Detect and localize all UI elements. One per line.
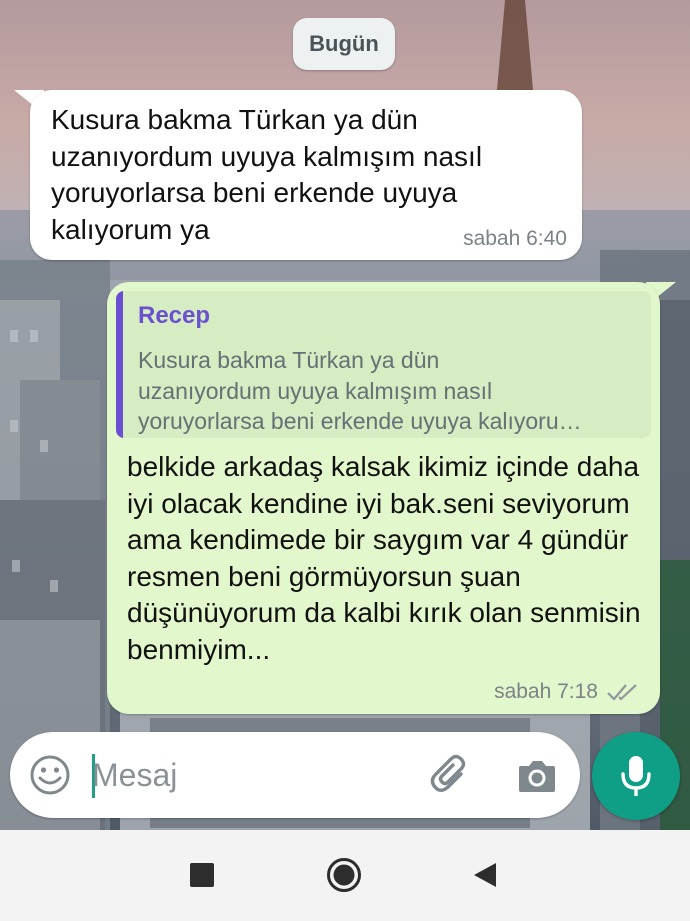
- triangle-back-icon[interactable]: [472, 861, 498, 889]
- outgoing-message-bubble[interactable]: Recep Kusura bakma Türkan ya dün uzanıyo…: [107, 282, 660, 714]
- system-navigation-bar: [0, 830, 690, 921]
- date-separator-chip: Bugün: [293, 18, 395, 70]
- incoming-message-bubble[interactable]: Kusura bakma Türkan ya dün uzanıyordum u…: [30, 90, 582, 260]
- message-input[interactable]: [92, 750, 392, 800]
- quoted-message-text: Kusura bakma Türkan ya dün uzanıyordum u…: [138, 345, 643, 437]
- square-icon[interactable]: [190, 863, 214, 887]
- camera-icon[interactable]: [515, 754, 559, 798]
- quoted-author-name: Recep: [138, 302, 211, 329]
- outgoing-message-text: belkide arkadaş kalsak ikimiz içinde dah…: [127, 451, 641, 665]
- outgoing-message-time: sabah 7:18: [494, 680, 598, 703]
- emoji-icon[interactable]: [28, 753, 72, 797]
- quoted-line: Kusura bakma Türkan ya dün: [138, 347, 440, 373]
- quote-accent-bar: [116, 291, 123, 438]
- quoted-line: yoruyorlarsa beni erkende uyuya kalıyoru…: [138, 408, 582, 434]
- circle-icon[interactable]: [326, 857, 362, 893]
- incoming-message-time: sabah 6:40: [463, 227, 567, 250]
- message-composer: [10, 732, 580, 818]
- quoted-reply-block[interactable]: Recep Kusura bakma Türkan ya dün uzanıyo…: [116, 291, 651, 438]
- date-separator-label: Bugün: [309, 31, 379, 56]
- paperclip-icon[interactable]: [428, 752, 474, 798]
- outgoing-message-meta: sabah 7:18: [494, 680, 640, 704]
- quoted-line: uzanıyordum uyuya kalmışım nasıl: [138, 377, 493, 404]
- microphone-icon: [621, 756, 651, 796]
- double-check-read-icon: [607, 684, 637, 701]
- microphone-button[interactable]: [592, 732, 680, 820]
